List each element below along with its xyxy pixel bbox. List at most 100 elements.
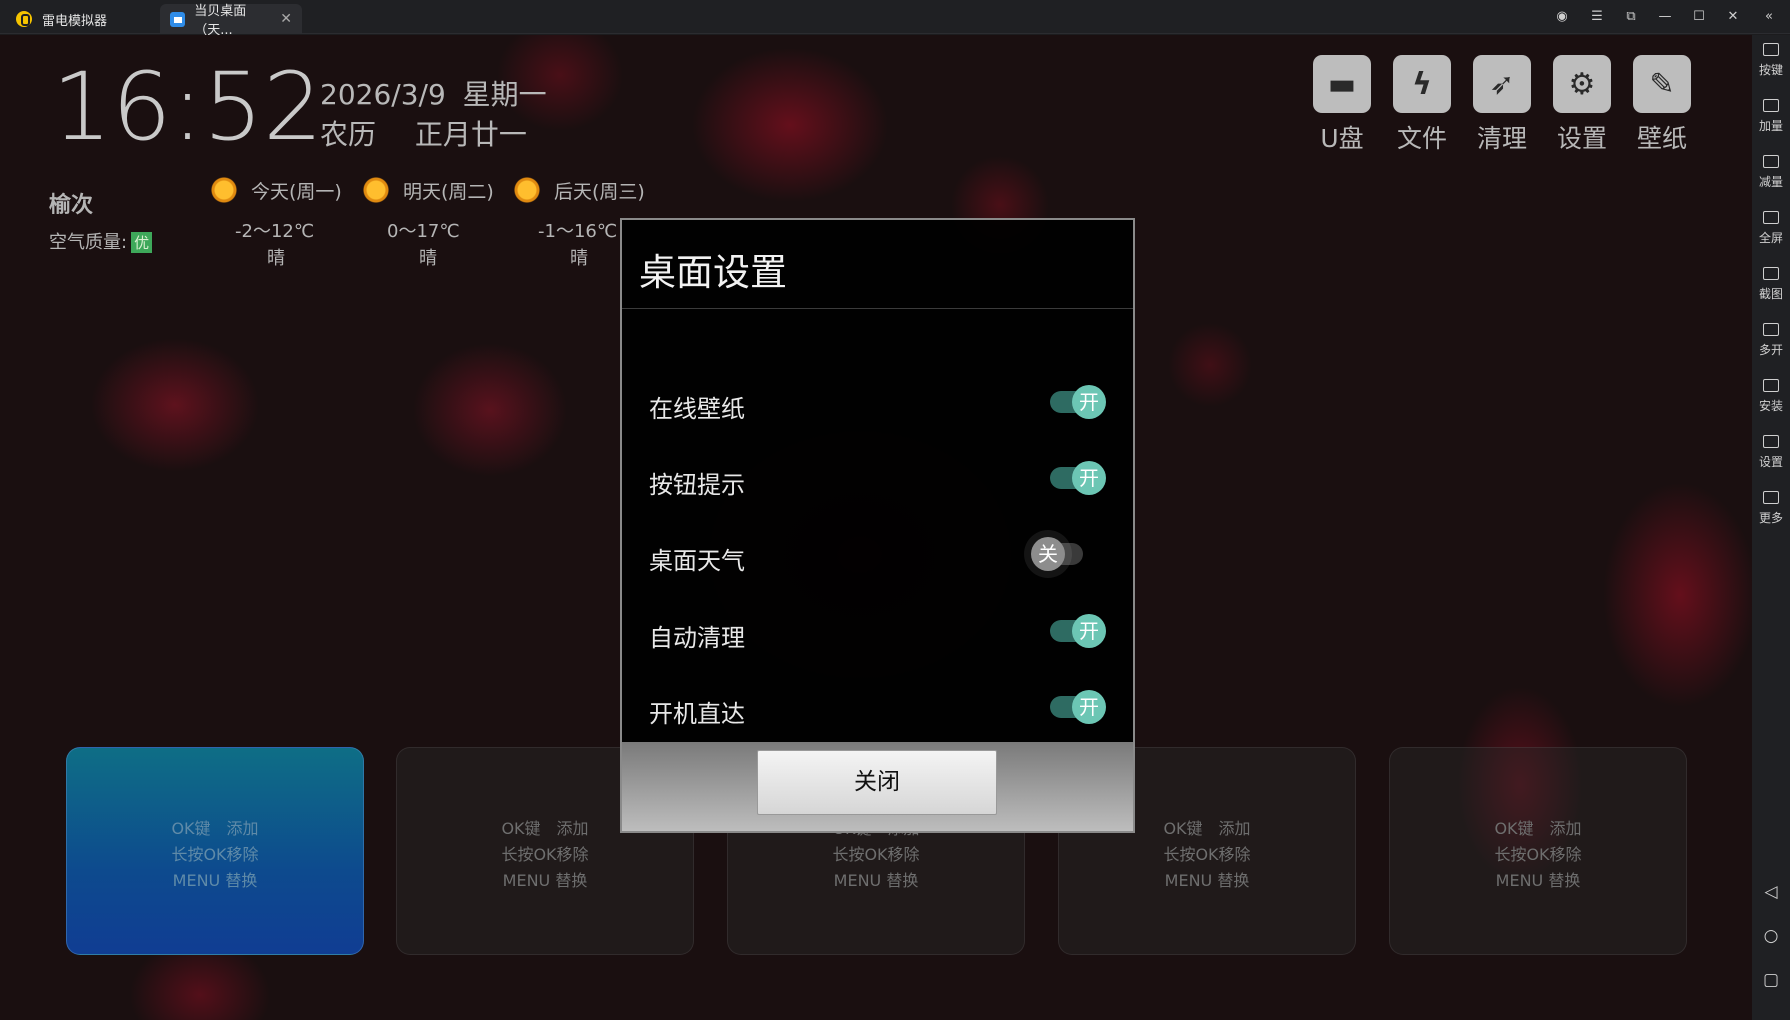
emulator-sidebar: 按键 加量 减量 全屏 截图 多开 安装 设置 更多 ◁ ○ ▢ bbox=[1752, 35, 1790, 1020]
android-screen: 16:52 2026/3/9 星期一 农历 正月廿一 榆次 空气质量: 优 今天(… bbox=[0, 35, 1752, 1020]
sidebar-item-more[interactable]: 更多 bbox=[1752, 491, 1790, 526]
quick-action-label: 设置 bbox=[1556, 124, 1607, 153]
settings-icon bbox=[1763, 435, 1779, 448]
clock: 16:52 bbox=[52, 53, 323, 162]
forecast-day: 后天(周三) bbox=[554, 181, 645, 203]
dialog-footer: 关闭 bbox=[622, 742, 1133, 831]
gear-icon: ⚙ bbox=[1553, 55, 1611, 113]
quick-action-clean[interactable]: ➶ 清理 bbox=[1472, 55, 1532, 155]
lunar-line: 农历 正月廿一 bbox=[320, 113, 527, 153]
sidebar-item-label: 截图 bbox=[1758, 287, 1783, 301]
emulator-logo-icon bbox=[16, 11, 32, 27]
boot-direct-toggle[interactable]: 开 bbox=[1050, 690, 1106, 724]
quick-action-files[interactable]: ϟ 文件 bbox=[1392, 55, 1452, 155]
tab-label: 当贝桌面（天... bbox=[194, 4, 247, 38]
sidebar-item-install[interactable]: 安装 bbox=[1752, 379, 1790, 414]
multi-window-icon[interactable]: ⧉ bbox=[1620, 7, 1642, 27]
emulator-titlebar: 雷电模拟器 当贝桌面（天... ✕ ◉ ☰ ⧉ — ☐ ✕ « bbox=[0, 0, 1790, 38]
desktop-weather-toggle[interactable]: 关 bbox=[1031, 537, 1083, 571]
setting-label: 在线壁纸 bbox=[649, 395, 745, 423]
tile-hint: 长按OK移除 bbox=[832, 845, 920, 864]
setting-row-auto-clean[interactable]: 自动清理 开 bbox=[622, 604, 1133, 664]
multi-instance-icon bbox=[1763, 323, 1779, 336]
sun-icon bbox=[205, 171, 243, 209]
tile-hint: 长按OK移除 bbox=[1163, 845, 1251, 864]
sidebar-item-label: 按键 bbox=[1758, 63, 1783, 77]
forecast-temp: -2～12℃ bbox=[235, 221, 315, 242]
tile-hint: MENU 替换 bbox=[502, 871, 588, 890]
forecast-day: 明天(周二) bbox=[403, 181, 494, 203]
air-quality: 空气质量: 优 bbox=[49, 228, 153, 254]
tile-hint: MENU 替换 bbox=[833, 871, 919, 890]
sidebar-item-label: 加量 bbox=[1758, 119, 1783, 133]
quick-action-usb[interactable]: ▬ U盘 bbox=[1312, 55, 1372, 155]
usb-drive-icon: ▬ bbox=[1313, 55, 1371, 113]
toggle-knob: 关 bbox=[1031, 537, 1065, 571]
close-tab-icon[interactable]: ✕ bbox=[280, 11, 292, 27]
tile-hint: OK键 添加 bbox=[1494, 819, 1582, 838]
maximize-button[interactable]: ☐ bbox=[1688, 7, 1710, 27]
air-quality-label: 空气质量: bbox=[49, 232, 128, 253]
desktop-settings-dialog: 桌面设置 在线壁纸 开 按钮提示 开 桌面天气 关 自动清理 开 开机直达 开 … bbox=[620, 218, 1135, 833]
setting-label: 自动清理 bbox=[649, 624, 745, 652]
collapse-sidebar-icon[interactable]: « bbox=[1758, 7, 1780, 27]
app-tile[interactable]: OK键 添加 长按OK移除 MENU 替换 bbox=[66, 747, 364, 955]
minimize-button[interactable]: — bbox=[1654, 7, 1676, 27]
app-tile[interactable]: OK键 添加 长按OK移除 MENU 替换 bbox=[1389, 747, 1687, 955]
tile-hint: OK键 添加 bbox=[171, 819, 259, 838]
divider bbox=[622, 308, 1133, 309]
keyboard-icon bbox=[1763, 43, 1779, 56]
tile-hint: MENU 替换 bbox=[1495, 871, 1581, 890]
sidebar-item-label: 设置 bbox=[1758, 455, 1783, 469]
quick-action-wallpaper[interactable]: ✎ 壁纸 bbox=[1632, 55, 1692, 155]
button-hint-toggle[interactable]: 开 bbox=[1050, 461, 1106, 495]
quick-action-settings[interactable]: ⚙ 设置 bbox=[1552, 55, 1612, 155]
forecast-condition: 晴 bbox=[419, 248, 437, 269]
tile-hint: MENU 替换 bbox=[1164, 871, 1250, 890]
lunar-label: 农历 bbox=[320, 118, 377, 151]
tab-desktop[interactable]: 当贝桌面（天... ✕ bbox=[160, 4, 302, 38]
forecast-temp: 0～17℃ bbox=[387, 221, 460, 242]
menu-icon[interactable]: ☰ bbox=[1586, 7, 1608, 27]
desktop-app-icon bbox=[170, 11, 186, 27]
sidebar-item-settings[interactable]: 设置 bbox=[1752, 435, 1790, 470]
forecast-day: 今天(周一) bbox=[251, 181, 342, 203]
sidebar-item-label: 减量 bbox=[1758, 175, 1783, 189]
setting-label: 桌面天气 bbox=[649, 547, 745, 575]
scissors-icon bbox=[1763, 267, 1779, 280]
setting-label: 开机直达 bbox=[649, 700, 745, 728]
sidebar-item-volume-up[interactable]: 加量 bbox=[1752, 99, 1790, 134]
forecast-condition: 晴 bbox=[267, 248, 285, 269]
close-window-button[interactable]: ✕ bbox=[1722, 7, 1744, 27]
sidebar-item-label: 多开 bbox=[1758, 343, 1783, 357]
sidebar-item-keys[interactable]: 按键 bbox=[1752, 43, 1790, 78]
back-button[interactable]: ◁ bbox=[1752, 882, 1790, 902]
sidebar-item-multi-instance[interactable]: 多开 bbox=[1752, 323, 1790, 358]
tile-hint: MENU 替换 bbox=[172, 871, 258, 890]
setting-row-button-hint[interactable]: 按钮提示 开 bbox=[622, 451, 1133, 511]
sidebar-item-screenshot[interactable]: 截图 bbox=[1752, 267, 1790, 302]
setting-row-boot-direct[interactable]: 开机直达 开 bbox=[622, 680, 1133, 740]
sidebar-item-volume-down[interactable]: 减量 bbox=[1752, 155, 1790, 190]
sidebar-item-fullscreen[interactable]: 全屏 bbox=[1752, 211, 1790, 246]
home-button[interactable]: ○ bbox=[1752, 926, 1790, 946]
auto-clean-toggle[interactable]: 开 bbox=[1050, 614, 1106, 648]
quick-action-label: 文件 bbox=[1396, 124, 1447, 153]
air-quality-badge: 优 bbox=[131, 232, 153, 253]
sun-icon bbox=[357, 171, 395, 209]
close-button[interactable]: 关闭 bbox=[757, 750, 997, 815]
tab-emulator-app[interactable]: 雷电模拟器 bbox=[6, 4, 158, 34]
quick-action-label: 壁纸 bbox=[1636, 124, 1687, 153]
recents-button[interactable]: ▢ bbox=[1752, 970, 1790, 990]
online-wallpaper-toggle[interactable]: 开 bbox=[1050, 385, 1106, 419]
apk-install-icon bbox=[1763, 379, 1779, 392]
sun-icon bbox=[508, 171, 546, 209]
account-icon[interactable]: ◉ bbox=[1551, 7, 1573, 27]
setting-row-desktop-weather[interactable]: 桌面天气 关 bbox=[622, 527, 1133, 587]
setting-label: 按钮提示 bbox=[649, 471, 745, 499]
file-icon: ϟ bbox=[1393, 55, 1451, 113]
setting-row-online-wallpaper[interactable]: 在线壁纸 开 bbox=[622, 375, 1133, 435]
volume-up-icon bbox=[1763, 99, 1779, 112]
dialog-title: 桌面设置 bbox=[639, 251, 787, 294]
weekday: 星期一 bbox=[462, 78, 547, 111]
